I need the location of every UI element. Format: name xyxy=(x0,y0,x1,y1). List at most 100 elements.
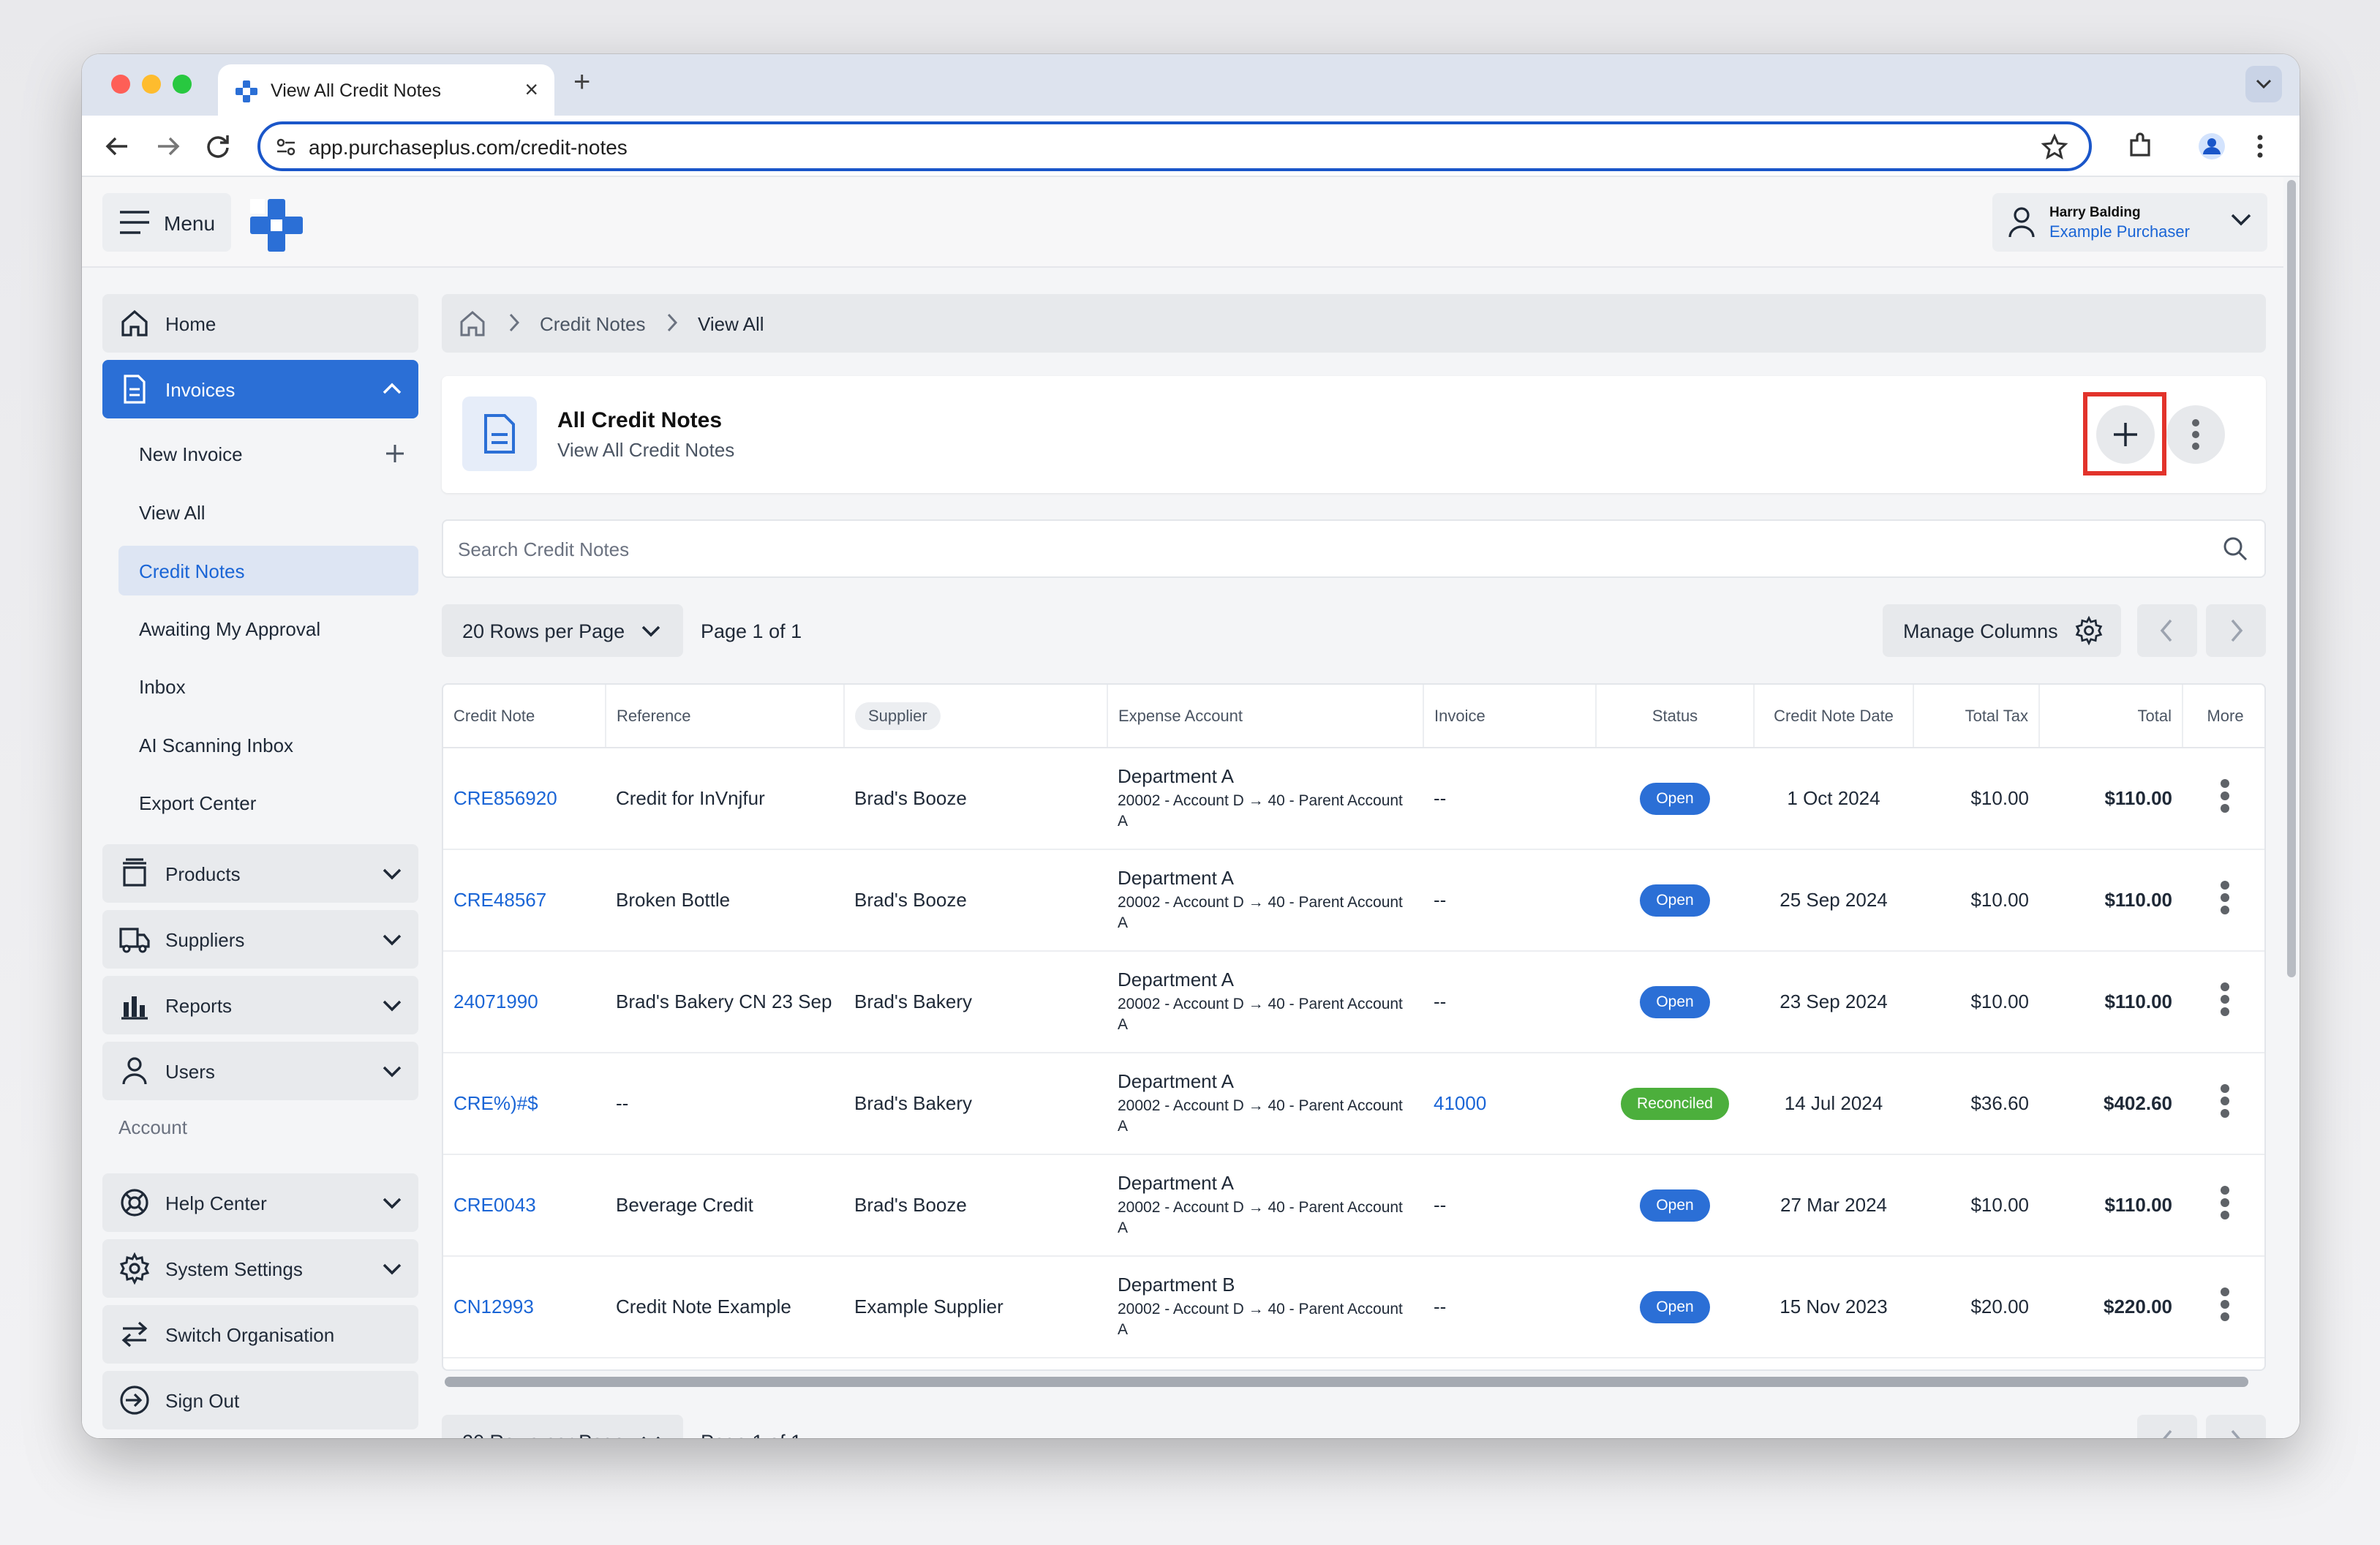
chevron-right-icon xyxy=(509,313,520,332)
profile-avatar-icon[interactable] xyxy=(2197,132,2226,161)
close-window-button[interactable] xyxy=(111,75,130,94)
rows-per-page-select[interactable]: 20 Rows per Page xyxy=(442,604,683,657)
user-icon xyxy=(122,1057,147,1085)
sidebar-subitem-new-invoice[interactable]: New Invoice xyxy=(118,429,418,478)
forward-icon[interactable] xyxy=(154,132,183,161)
tab-search-button[interactable] xyxy=(2245,66,2282,102)
row-more-options-icon[interactable] xyxy=(2221,775,2229,816)
sidebar-item-reports[interactable]: Reports xyxy=(102,976,418,1034)
sidebar-item-users[interactable]: Users xyxy=(102,1042,418,1100)
reference-cell: Beverage Credit xyxy=(606,1154,844,1257)
bookmark-star-icon[interactable] xyxy=(2041,133,2068,161)
row-more-options-icon[interactable] xyxy=(2221,1080,2229,1121)
rows-per-page-select-bottom[interactable]: 20 Rows per Page xyxy=(442,1415,683,1438)
chevron-down-icon xyxy=(383,1066,402,1078)
manage-columns-button[interactable]: Manage Columns xyxy=(1883,604,2121,657)
credit-note-link[interactable]: CRE856920 xyxy=(453,787,557,809)
column-header[interactable]: Total Tax xyxy=(1913,685,2040,748)
credit-note-link[interactable]: CRE48567 xyxy=(453,889,546,911)
column-header[interactable]: Invoice xyxy=(1423,685,1597,748)
row-more-options-icon[interactable] xyxy=(2221,877,2229,918)
column-header[interactable]: Credit Note xyxy=(443,685,606,748)
table-row[interactable]: CN12993 Credit Note Example Example Suppli… xyxy=(443,1256,2264,1358)
gear-icon xyxy=(119,1252,150,1285)
sidebar-subitem-awaiting-approval[interactable]: Awaiting My Approval xyxy=(118,604,418,653)
sidebar-item-label: Awaiting My Approval xyxy=(139,618,321,640)
credit-note-link[interactable]: CN12993 xyxy=(453,1296,534,1317)
column-header-supplier[interactable]: Supplier xyxy=(844,685,1108,748)
scrollbar-thumb[interactable] xyxy=(2287,180,2296,977)
table-row[interactable]: 24071990 Brad's Bakery CN 23 Sep Brad's Ba… xyxy=(443,951,2264,1053)
scrollbar-thumb[interactable] xyxy=(445,1377,2248,1387)
plus-icon[interactable] xyxy=(385,443,405,464)
sidebar-subitem-ai-scanning-inbox[interactable]: AI Scanning Inbox xyxy=(118,720,418,770)
next-page-button[interactable] xyxy=(2206,604,2266,657)
lifebuoy-icon xyxy=(121,1189,148,1217)
sidebar-item-label: Switch Organisation xyxy=(165,1324,335,1346)
table-row[interactable]: CRE0043 Beverage Credit Brad's Booze Depart… xyxy=(443,1154,2264,1257)
previous-page-button-bottom[interactable] xyxy=(2137,1415,2197,1438)
sidebar-subitem-view-all[interactable]: View All xyxy=(118,487,418,537)
table-row[interactable]: CRE%)#$ -- Brad's Bakery Department A 20002 … xyxy=(443,1053,2264,1155)
column-header[interactable]: Status xyxy=(1596,685,1755,748)
tab-close-icon[interactable]: × xyxy=(524,76,538,103)
column-header[interactable]: Reference xyxy=(606,685,845,748)
sidebar-item-products[interactable]: Products xyxy=(102,844,418,903)
status-badge: Open xyxy=(1640,1290,1710,1323)
site-settings-icon[interactable] xyxy=(275,136,297,158)
credit-note-link[interactable]: 24071990 xyxy=(453,990,538,1012)
row-more-options-icon[interactable] xyxy=(2221,979,2229,1020)
reload-icon[interactable] xyxy=(203,132,233,161)
sidebar-item-sign-out[interactable]: Sign Out xyxy=(102,1371,418,1429)
horizontal-scrollbar[interactable] xyxy=(442,1374,2266,1388)
vertical-scrollbar[interactable] xyxy=(2283,177,2300,1438)
sidebar-subitem-inbox[interactable]: Inbox xyxy=(118,661,418,711)
sidebar-item-switch-organisation[interactable]: Switch Organisation xyxy=(102,1305,418,1364)
purchaseplus-logo-icon[interactable] xyxy=(249,198,304,253)
table-row[interactable]: CRE48567 Broken Bottle Brad's Booze Departm… xyxy=(443,849,2264,952)
credit-note-link[interactable]: CRE0043 xyxy=(453,1194,536,1216)
menu-button[interactable]: Menu xyxy=(102,193,231,252)
sidebar-item-home[interactable]: Home xyxy=(102,294,418,353)
back-icon[interactable] xyxy=(102,132,132,161)
new-tab-icon[interactable]: + xyxy=(573,66,590,99)
search-credit-notes-input[interactable]: Search Credit Notes xyxy=(442,519,2266,578)
maximize-window-button[interactable] xyxy=(173,75,192,94)
previous-page-button[interactable] xyxy=(2137,604,2197,657)
browser-menu-icon[interactable] xyxy=(2245,132,2275,161)
search-icon[interactable] xyxy=(2222,535,2248,562)
sidebar-item-system-settings[interactable]: System Settings xyxy=(102,1239,418,1298)
sidebar-subitem-credit-notes[interactable]: Credit Notes xyxy=(118,546,418,595)
table-row[interactable]: CRE856920 Credit for InVnjfur Brad's Booze… xyxy=(443,748,2264,850)
minimize-window-button[interactable] xyxy=(142,75,161,94)
column-header[interactable]: Expense Account xyxy=(1107,685,1424,748)
browser-tab[interactable]: View All Credit Notes × xyxy=(218,64,554,116)
row-more-options-icon[interactable] xyxy=(2221,1182,2229,1223)
home-icon[interactable] xyxy=(458,309,487,338)
credit-note-link[interactable]: CRE%)#$ xyxy=(453,1092,538,1114)
supplier-sort-chip[interactable]: Supplier xyxy=(855,702,941,730)
supplier-cell: Brad's Bakery xyxy=(844,951,1107,1053)
breadcrumb-credit-notes[interactable]: Credit Notes xyxy=(540,313,646,336)
sidebar-subitem-export-center[interactable]: Export Center xyxy=(118,778,418,827)
address-bar[interactable]: app.purchaseplus.com/credit-notes xyxy=(257,121,2092,171)
reference-cell: Broken Bottle xyxy=(606,849,844,952)
page-subtitle: View All Credit Notes xyxy=(557,439,735,461)
expense-account-cell: Department A 20002 - Account D → 40 - Par… xyxy=(1107,748,1423,850)
row-more-options-icon[interactable] xyxy=(2221,1284,2229,1325)
total-tax-cell: $10.00 xyxy=(1913,951,2039,1053)
column-header[interactable]: Total xyxy=(2039,685,2183,748)
sidebar-item-help-center[interactable]: Help Center xyxy=(102,1173,418,1232)
next-page-button-bottom[interactable] xyxy=(2206,1415,2266,1438)
extensions-icon[interactable] xyxy=(2125,132,2155,161)
total-cell: $220.00 xyxy=(2039,1256,2183,1358)
sidebar-item-invoices[interactable]: Invoices xyxy=(102,360,418,418)
page-more-options-button[interactable] xyxy=(2166,405,2225,464)
sidebar-item-suppliers[interactable]: Suppliers xyxy=(102,910,418,969)
user-menu-button[interactable]: Harry Balding Example Purchaser xyxy=(1992,193,2267,252)
breadcrumb: Credit Notes View All xyxy=(442,294,2266,353)
switch-arrows-icon xyxy=(121,1321,148,1347)
column-header[interactable]: Credit Note Date xyxy=(1754,685,1914,748)
invoice-cell[interactable]: 41000 xyxy=(1434,1092,1486,1114)
browser-window: View All Credit Notes × + app.purchasepl… xyxy=(82,54,2300,1438)
